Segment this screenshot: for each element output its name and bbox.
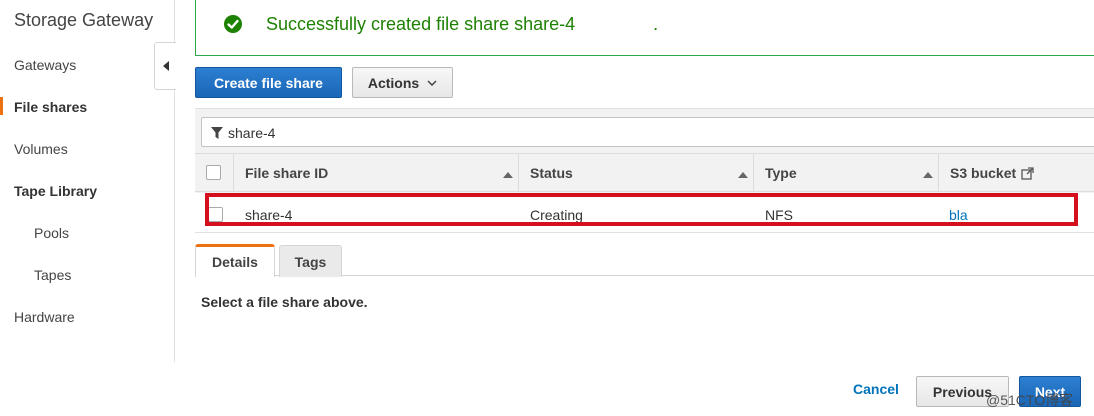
s3-bucket-link[interactable]: bla: [949, 207, 968, 223]
collapse-sidebar-button[interactable]: [154, 42, 176, 90]
filter-icon: [211, 127, 223, 139]
sidebar-item-volumes[interactable]: Volumes: [14, 141, 68, 157]
table-row[interactable]: share-4 Creating NFS bla: [195, 193, 1094, 233]
column-divider: [938, 154, 939, 192]
chevron-down-icon: [427, 79, 437, 86]
sidebar-item-pools[interactable]: Pools: [34, 225, 69, 241]
column-header-status[interactable]: Status: [530, 154, 573, 192]
sidebar-item-hardware[interactable]: Hardware: [14, 309, 75, 325]
s3-bucket-header-label: S3 bucket: [950, 165, 1017, 181]
filter-value: share-4: [228, 125, 275, 141]
sidebar-item-tapes[interactable]: Tapes: [34, 267, 71, 283]
table-header: File share ID Status Type S3 bucket: [195, 153, 1094, 192]
external-link-icon: [1021, 166, 1034, 180]
sort-icon[interactable]: [503, 172, 513, 178]
sidebar-item-file-shares[interactable]: File shares: [14, 99, 87, 115]
detail-tabs: Details Tags: [195, 244, 1094, 277]
column-divider: [233, 154, 234, 192]
column-header-type[interactable]: Type: [765, 154, 797, 192]
flash-message: Successfully created file share share-4: [266, 14, 576, 34]
create-file-share-button[interactable]: Create file share: [195, 67, 342, 98]
tab-tags[interactable]: Tags: [279, 245, 342, 277]
create-file-share-label: Create file share: [214, 74, 323, 91]
sidebar-title: Storage Gateway: [14, 10, 154, 30]
sort-icon[interactable]: [923, 172, 933, 178]
column-header-s3-bucket[interactable]: S3 bucket: [950, 154, 1034, 192]
check-circle-icon: [224, 15, 242, 33]
row-checkbox[interactable]: [208, 207, 223, 222]
active-nav-indicator: [0, 97, 3, 115]
file-share-id-cell[interactable]: share-4: [245, 207, 292, 223]
actions-label: Actions: [367, 74, 420, 91]
watermark: @51CTO博客: [986, 392, 1074, 408]
cancel-button[interactable]: Cancel: [853, 381, 899, 397]
filter-text: share-4: [228, 125, 276, 141]
sidebar: Storage Gateway Gateways File shares Vol…: [0, 0, 175, 362]
column-divider: [518, 154, 519, 192]
previous-label: Previous: [932, 383, 993, 400]
caret-left-icon: [162, 61, 169, 71]
flash-message-end: .: [653, 14, 659, 34]
sidebar-item-gateways[interactable]: Gateways: [14, 57, 76, 73]
column-header-file-share-id[interactable]: File share ID: [245, 154, 328, 192]
details-empty-text: Select a file share above.: [201, 294, 368, 310]
select-all-checkbox[interactable]: [206, 165, 221, 180]
file-shares-table: share-4 File share ID Status Type S3 buc…: [195, 108, 1094, 233]
flash-message-container: Successfully created file share share-4.: [266, 14, 659, 36]
actions-dropdown-button[interactable]: Actions: [352, 67, 453, 98]
type-cell: NFS: [765, 207, 793, 223]
storage-gateway-console: Storage Gateway Gateways File shares Vol…: [0, 0, 1094, 416]
sort-icon[interactable]: [738, 172, 748, 178]
success-flash-banner: Successfully created file share share-4.: [195, 0, 1094, 56]
tab-details[interactable]: Details: [195, 244, 275, 277]
status-cell: Creating: [530, 207, 583, 223]
redacted-region: [575, 15, 654, 36]
sidebar-item-tape-library[interactable]: Tape Library: [14, 183, 97, 199]
filter-input[interactable]: share-4: [201, 117, 1094, 147]
column-divider: [753, 154, 754, 192]
